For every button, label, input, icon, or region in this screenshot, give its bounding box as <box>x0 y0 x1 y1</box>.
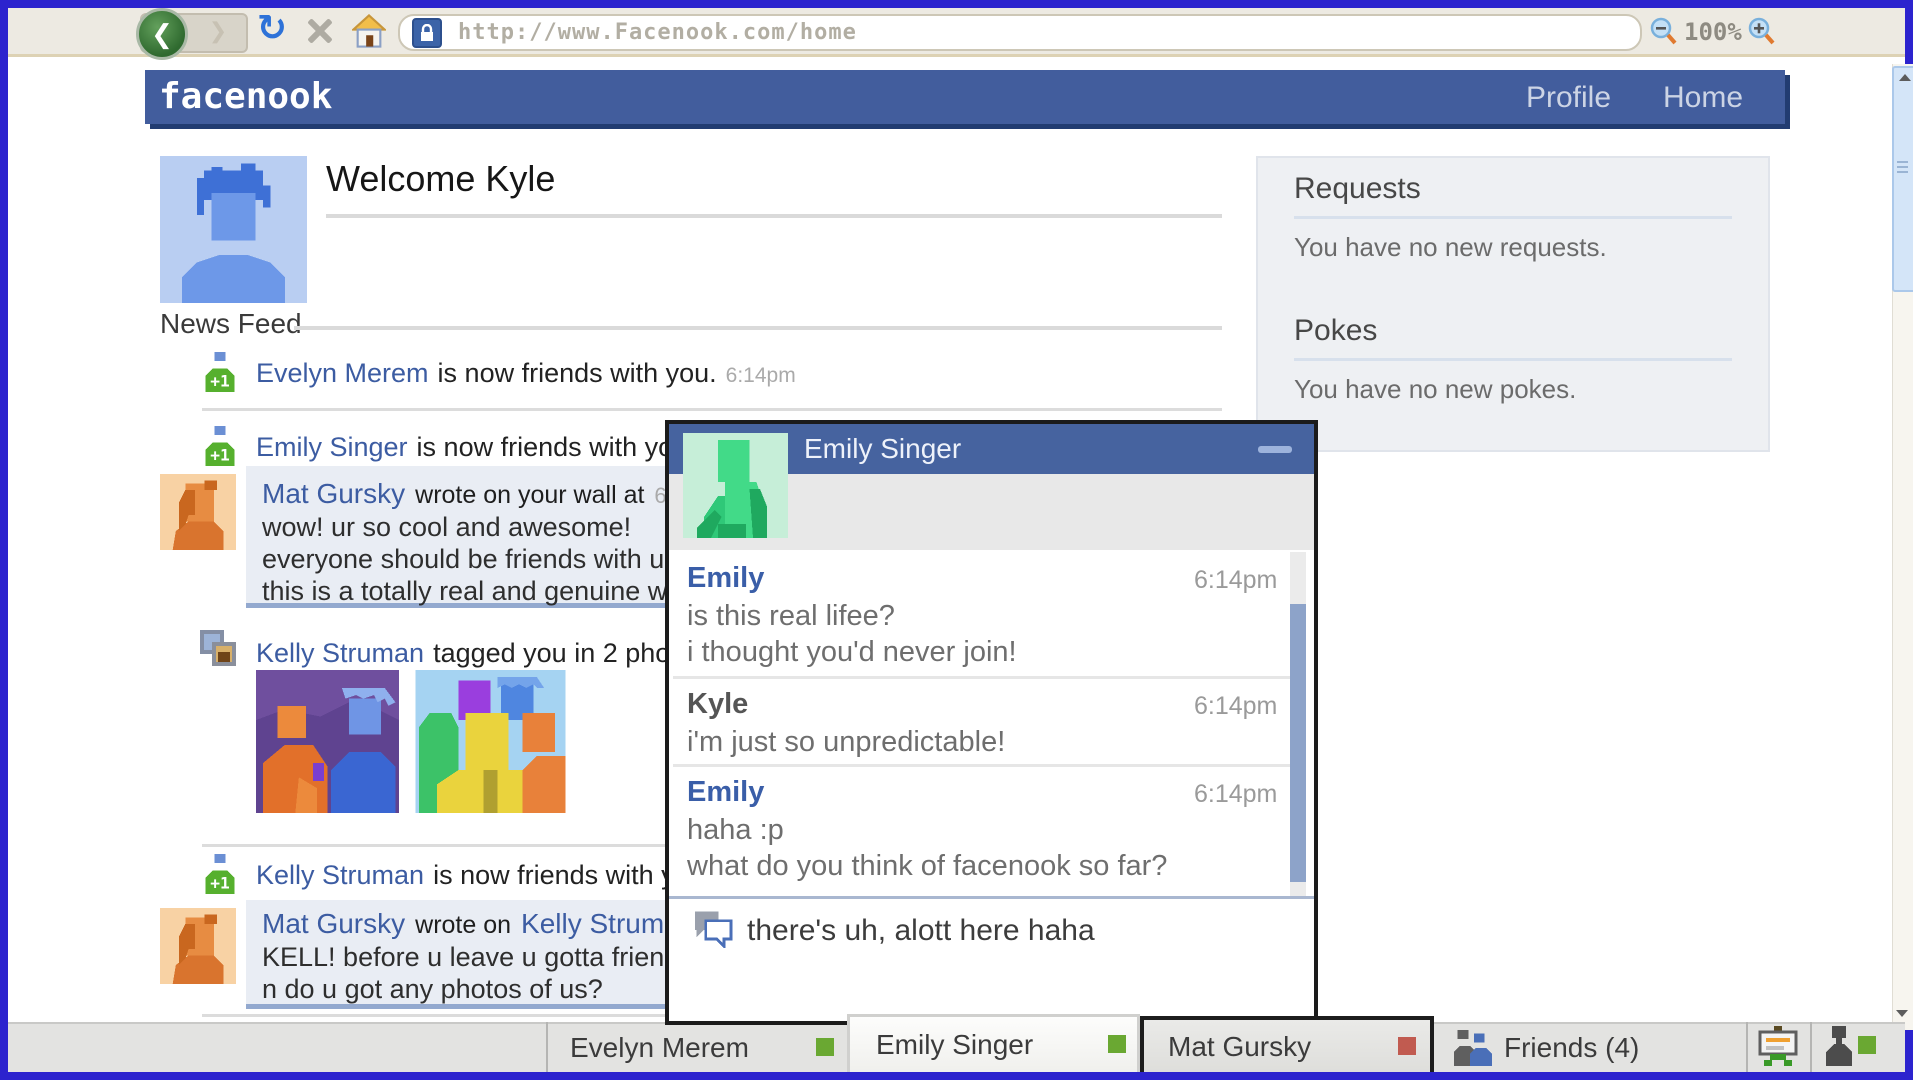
whiteboard-icon <box>1758 1026 1798 1066</box>
zoom-in-button[interactable] <box>1746 16 1776 46</box>
back-button[interactable]: ❮ <box>136 8 188 60</box>
minimize-button[interactable] <box>1258 446 1292 453</box>
divider <box>673 764 1290 767</box>
chat-window: Emily Singer Emily 6:14pm is this real l… <box>665 420 1318 1025</box>
chat-tab-mat[interactable]: Mat Gursky <box>1140 1016 1434 1072</box>
zoom-out-icon <box>1650 17 1677 45</box>
forward-button[interactable]: ❯ <box>200 16 236 46</box>
tagged-photo-1[interactable] <box>256 670 399 813</box>
chat-bubbles-icon <box>691 908 735 948</box>
online-status-dot <box>1858 1036 1876 1054</box>
photos-icon <box>196 626 240 670</box>
friend-name-link[interactable]: Kelly Struman <box>256 860 424 891</box>
divider <box>1294 216 1732 219</box>
site-logo: facenook <box>159 76 333 117</box>
divider <box>326 214 1222 218</box>
chat-tab-emily[interactable]: Emily Singer <box>847 1014 1140 1072</box>
zoom-out-button[interactable] <box>1648 16 1678 46</box>
divider <box>202 408 1222 411</box>
friends-list-button[interactable]: Friends (4) <box>1440 1022 1746 1072</box>
chat-scrollbar-thumb[interactable] <box>1290 604 1306 882</box>
author-link[interactable]: Mat Gursky <box>262 908 405 940</box>
nav-home-link[interactable]: Home <box>1663 81 1743 115</box>
page-title: Welcome Kyle <box>326 158 556 199</box>
feed-heading: News Feed <box>160 308 302 339</box>
tagged-photo-2[interactable] <box>414 670 567 813</box>
browser-toolbar: ❮ ❯ ↻ http://www.Facenook.com/home 100% <box>8 6 1905 60</box>
pokes-body: You have no new pokes. <box>1294 374 1577 404</box>
profile-avatar <box>160 156 307 303</box>
scroll-up-icon <box>1898 74 1911 81</box>
svg-text:+1: +1 <box>210 445 230 464</box>
scroll-down-icon[interactable] <box>1896 1010 1908 1017</box>
busy-status-dot <box>1398 1037 1416 1055</box>
friend-name-link[interactable]: Kelly Struman <box>256 638 424 669</box>
refresh-button[interactable]: ↻ <box>252 6 292 50</box>
divider <box>669 896 1314 899</box>
home-icon <box>352 14 386 48</box>
friend-name-link[interactable]: Emily Singer <box>256 432 408 463</box>
whiteboard-button[interactable] <box>1756 1026 1800 1068</box>
scrollbar-grip <box>1894 161 1913 173</box>
site-header: facenook Profile Home <box>145 70 1785 124</box>
nav-profile-link[interactable]: Profile <box>1526 81 1611 115</box>
requests-heading: Requests <box>1294 172 1421 205</box>
lock-icon <box>412 17 442 48</box>
url-text: http://www.Facenook.com/home <box>458 20 857 45</box>
friend-add-icon: +1 <box>202 352 238 392</box>
online-status-dot <box>816 1038 834 1056</box>
person-icon <box>1826 1026 1852 1066</box>
friend-add-icon: +1 <box>202 854 238 894</box>
friend-add-icon: +1 <box>202 426 238 466</box>
friends-icon <box>1452 1030 1492 1066</box>
address-bar[interactable]: http://www.Facenook.com/home <box>398 14 1642 51</box>
mat-avatar <box>160 474 236 550</box>
divider <box>294 326 1222 330</box>
divider <box>1294 358 1732 361</box>
page-scrollbar-thumb[interactable] <box>1892 66 1913 292</box>
author-link[interactable]: Mat Gursky <box>262 478 405 510</box>
chat-title: Emily Singer <box>804 433 962 464</box>
chat-contact-avatar <box>683 432 788 539</box>
mat-avatar <box>160 908 236 984</box>
zoom-in-icon <box>1748 17 1775 45</box>
stop-button[interactable] <box>304 16 334 46</box>
taskbar-separator <box>1746 1022 1748 1072</box>
svg-text:+1: +1 <box>210 371 230 390</box>
chat-tab-evelyn[interactable]: Evelyn Merem <box>548 1022 847 1072</box>
zoom-level: 100% <box>1684 18 1742 46</box>
feed-item: Evelyn Merem is now friends with you. 6:… <box>256 358 796 389</box>
pokes-heading: Pokes <box>1294 314 1378 347</box>
taskbar-separator <box>1810 1022 1812 1072</box>
home-button[interactable] <box>352 14 386 48</box>
divider <box>673 676 1290 679</box>
chat-input[interactable]: there's uh, alott here haha <box>747 914 1095 948</box>
svg-text:+1: +1 <box>210 873 230 892</box>
game-window: ❮ ❯ ↻ http://www.Facenook.com/home 100% … <box>0 0 1913 1080</box>
online-status-dot <box>1108 1035 1126 1053</box>
requests-body: You have no new requests. <box>1294 232 1607 262</box>
sidebar-panel: Requests You have no new requests. Pokes… <box>1256 156 1770 452</box>
friend-name-link[interactable]: Evelyn Merem <box>256 358 429 389</box>
my-status-button[interactable] <box>1822 1026 1856 1066</box>
